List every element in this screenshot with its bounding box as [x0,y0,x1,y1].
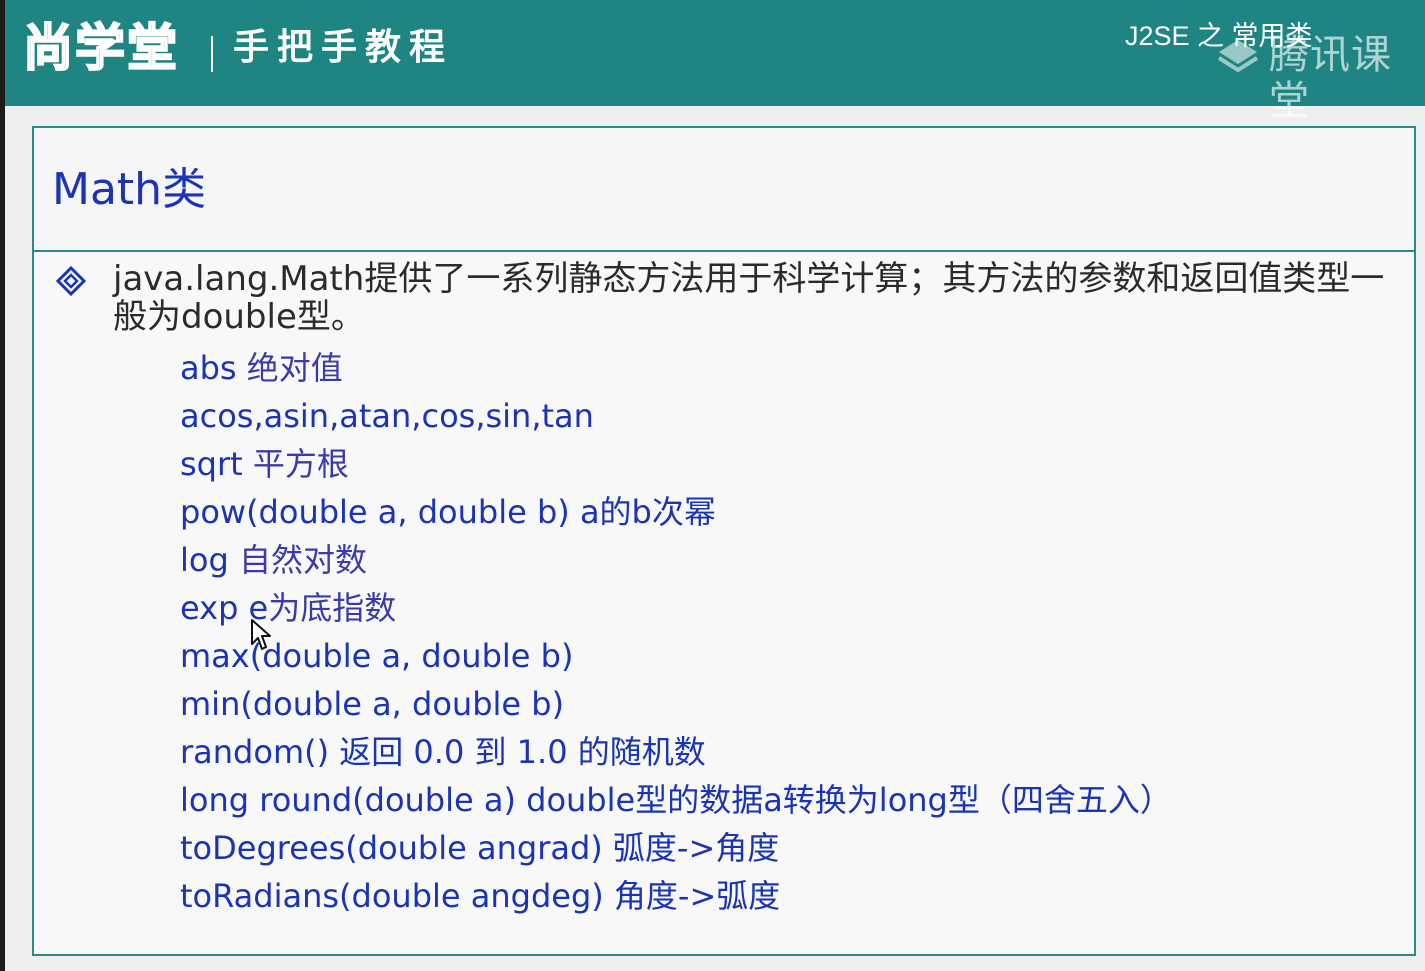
method-signature: log [180,541,229,579]
method-signature: abs [180,349,237,387]
method-signature: sqrt [180,445,243,483]
tencent-classroom-logo-icon [1217,40,1259,73]
method-signature: acos,asin,atan,cos,sin,tan [180,397,594,435]
method-signature: pow(double a, double b) a的b次幂 [180,493,716,531]
method-item: toRadians(double angdeg) 角度->弧度 [180,872,1172,920]
method-signature: max(double a, double b) [180,637,574,675]
logo-divider [211,36,213,72]
window-frame-edge [0,0,5,971]
method-signature: long round(double a) double型的数据a转换为long型… [180,781,1172,819]
method-item: log 自然对数 [180,536,1172,584]
method-description: 自然对数 [228,541,367,579]
method-item: exp e为底指数 [180,584,1172,632]
method-item: long round(double a) double型的数据a转换为long型… [180,776,1172,824]
brand-tagline: 手把手教程 [233,27,454,68]
watermark-text: 腾讯课堂 [1269,32,1392,124]
method-item: pow(double a, double b) a的b次幂 [180,488,1172,536]
platform-watermark: 腾讯课堂 [1213,28,1423,124]
method-item: random() 返回 0.0 到 1.0 的随机数 [180,728,1172,776]
diamond-bullet-icon [56,266,86,296]
slide-header: 尚学堂 手把手教程 J2SE 之 常用类 腾讯课堂 [5,0,1425,124]
method-item: max(double a, double b) [180,632,1172,680]
method-list: abs 绝对值 acos,asin,atan,cos,sin,tan sqrt … [180,344,1172,920]
slide-title-band: Math类 [34,128,1414,252]
method-item: abs 绝对值 [180,344,1172,392]
slide-card: Math类 java.lang.Math提供了一系列静态方法用于科学计算；其方法… [32,126,1416,956]
method-item: min(double a, double b) [180,680,1172,728]
method-item: sqrt 平方根 [180,440,1172,488]
mouse-pointer-icon [251,619,271,650]
method-signature: min(double a, double b) [180,685,565,723]
method-signature: toRadians(double angdeg) 角度->弧度 [180,877,781,915]
method-description: 绝对值 [236,349,343,387]
intro-paragraph: java.lang.Math提供了一系列静态方法用于科学计算；其方法的参数和返回… [113,259,1385,337]
method-signature: random() 返回 0.0 到 1.0 的随机数 [180,733,706,771]
slide-title: Math类 [52,164,207,215]
method-item: toDegrees(double angrad) 弧度->角度 [180,824,1172,872]
method-description: 平方根 [242,445,349,483]
brand-logo: 尚学堂 [22,18,179,78]
method-item: acos,asin,atan,cos,sin,tan [180,392,1172,440]
method-description: 为底指数 [268,589,397,627]
method-signature: toDegrees(double angrad) 弧度->角度 [180,829,780,867]
